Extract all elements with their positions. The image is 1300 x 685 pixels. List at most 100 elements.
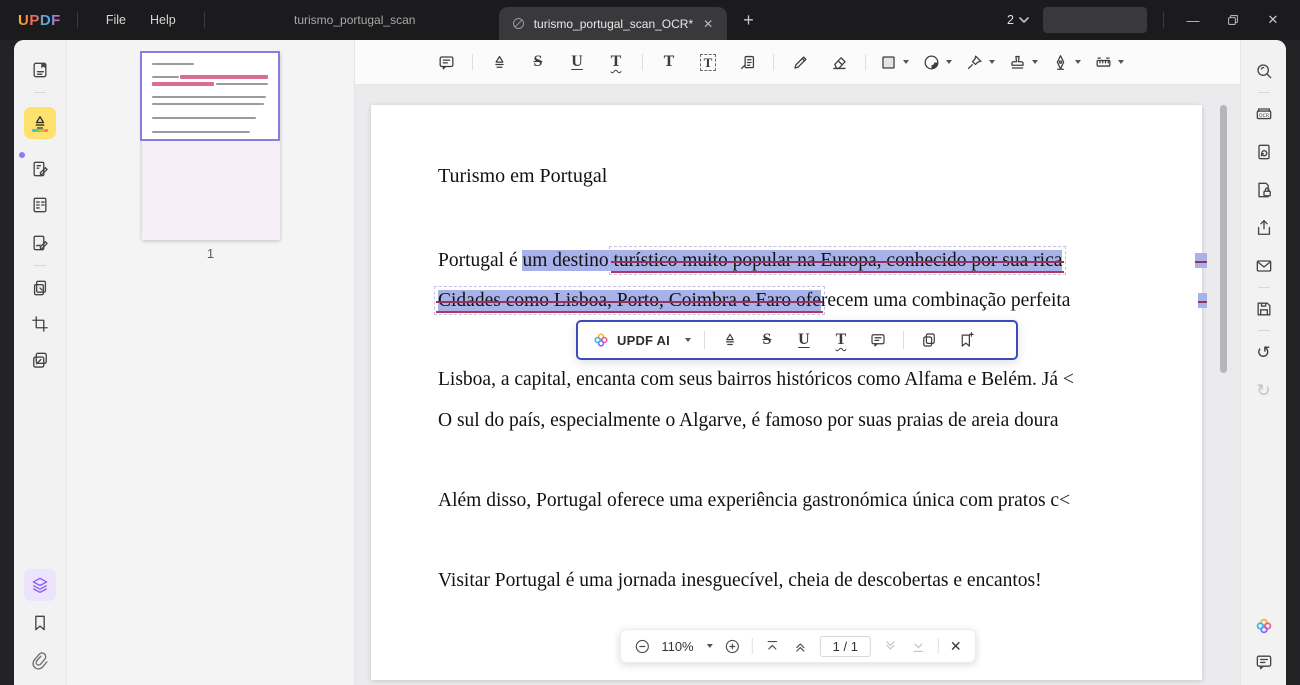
underline-tool-button[interactable]: U xyxy=(564,48,590,76)
page-indicator[interactable]: 1 / 1 xyxy=(819,635,871,657)
float-squiggly-button[interactable]: T xyxy=(829,327,853,353)
float-add-bookmark-button[interactable] xyxy=(954,327,978,353)
previous-page-button[interactable] xyxy=(792,638,809,655)
undo-button[interactable]: ↺ xyxy=(1249,337,1279,367)
thumb-text-line xyxy=(152,103,264,105)
share-button[interactable] xyxy=(1249,213,1279,243)
tab-turismo-portugal-scan-ocr[interactable]: turismo_portugal_scan_OCR* ✕ xyxy=(498,7,728,40)
menu-file[interactable]: File xyxy=(94,7,138,33)
protect-button[interactable] xyxy=(1249,175,1279,205)
chevron-down-icon[interactable] xyxy=(706,644,713,648)
sidebar-item-edit[interactable] xyxy=(24,153,56,185)
feedback-button[interactable] xyxy=(1249,647,1279,677)
sidebar-item-sign[interactable] xyxy=(24,227,56,259)
last-page-button[interactable] xyxy=(910,638,927,655)
measure-tool-button[interactable] xyxy=(1094,53,1124,72)
close-zoombar-button[interactable]: ✕ xyxy=(950,638,962,655)
squiggly-tool-button[interactable]: T xyxy=(603,48,629,76)
thumb-highlight-line xyxy=(152,82,214,86)
sidebar-item-attachments[interactable] xyxy=(24,645,56,677)
text-selection-highlight[interactable]: um destino xyxy=(522,250,614,271)
paragraph4-line1: Visitar Portugal é uma jornada inesguecí… xyxy=(438,570,1042,591)
titlebar: UPDF File Help turismo_portugal_scan tur… xyxy=(0,0,1300,40)
search-icon xyxy=(1254,61,1274,81)
annotation-toolbar: S U T T T xyxy=(355,40,1240,85)
float-underline-button[interactable]: U xyxy=(792,327,816,353)
highlight-tool-button[interactable] xyxy=(486,48,512,76)
text-box-button[interactable]: T xyxy=(695,48,721,76)
sidebar-item-comment[interactable] xyxy=(24,107,56,139)
paragraph1-line1: Portugal é um destino turístico muito po… xyxy=(438,246,1067,276)
text-comment-button[interactable]: T xyxy=(656,48,682,76)
page-thumbnail[interactable] xyxy=(140,51,280,240)
comment-icon xyxy=(869,331,887,349)
first-page-icon xyxy=(764,638,781,655)
zoom-out-button[interactable] xyxy=(633,638,650,655)
email-button[interactable] xyxy=(1249,251,1279,281)
sidebar-item-crop[interactable] xyxy=(24,308,56,340)
bookmark-icon xyxy=(30,613,50,633)
first-page-button[interactable] xyxy=(764,638,781,655)
chevron-down-icon xyxy=(903,60,909,64)
ocr-button[interactable]: OCR xyxy=(1249,99,1279,129)
titlebar-blank-button[interactable] xyxy=(1043,7,1147,33)
thumb-text-line xyxy=(152,76,179,78)
tab-turismo-portugal-scan[interactable]: turismo_portugal_scan xyxy=(249,13,461,27)
close-tab-icon[interactable]: ✕ xyxy=(701,17,715,31)
toolbar-separator xyxy=(865,54,866,70)
callout-button[interactable] xyxy=(734,48,760,76)
minimize-button[interactable]: — xyxy=(1180,13,1206,28)
redo-button[interactable]: ↻ xyxy=(1249,375,1279,405)
float-copy-button[interactable] xyxy=(917,327,941,353)
squiggly-underline-icon: T xyxy=(835,331,847,348)
highlighter-icon xyxy=(490,53,509,72)
pin-tool-button[interactable] xyxy=(965,53,995,72)
zoom-separator-2 xyxy=(937,638,939,654)
zoom-in-button[interactable] xyxy=(724,638,741,655)
eraser-tool-button[interactable] xyxy=(826,48,852,76)
sidebar-item-thumbnails[interactable] xyxy=(24,569,56,601)
chevron-down-icon xyxy=(1118,60,1124,64)
new-tab-button[interactable]: + xyxy=(743,10,754,31)
document-canvas[interactable]: Turismo em Portugal Portugal é um destin… xyxy=(355,85,1240,685)
maximize-button[interactable] xyxy=(1220,13,1246,27)
close-window-button[interactable]: ✕ xyxy=(1260,12,1286,28)
zoom-separator xyxy=(751,638,753,654)
updf-ai-clover-icon xyxy=(592,331,610,349)
redo-icon: ↻ xyxy=(1256,380,1271,400)
sidebar-item-bookmarks[interactable] xyxy=(24,607,56,639)
sticker-tool-button[interactable] xyxy=(922,53,952,72)
share-icon xyxy=(1254,218,1274,238)
sidebar-item-form[interactable] xyxy=(24,189,56,221)
sidebar-item-organize[interactable] xyxy=(24,344,56,376)
float-strikethrough-button[interactable]: S xyxy=(755,327,779,353)
chevron-down-icon xyxy=(1019,17,1029,23)
strikethrough-tool-button[interactable]: S xyxy=(525,48,551,76)
zoom-level-value[interactable]: 110% xyxy=(661,639,693,654)
stamp-tool-button[interactable] xyxy=(1008,53,1038,72)
mail-icon xyxy=(1254,256,1274,276)
strikethrough-annotation[interactable]: Cidades como Lisboa, Porto, Coimbra e Fa… xyxy=(434,286,825,315)
thumbnail-panel: 1 xyxy=(67,40,355,685)
shape-tool-button[interactable] xyxy=(879,53,909,72)
menu-help[interactable]: Help xyxy=(138,7,188,33)
comment-tool-button[interactable] xyxy=(433,48,459,76)
pdf-page[interactable]: Turismo em Portugal Portugal é um destin… xyxy=(371,105,1207,680)
strikethrough-annotation[interactable]: turístico muito popular na Europa, conhe… xyxy=(609,246,1067,275)
sidebar-item-reader[interactable] xyxy=(24,54,56,86)
signature-tool-button[interactable] xyxy=(1051,53,1081,72)
pencil-tool-button[interactable] xyxy=(787,48,813,76)
tab-count-dropdown[interactable]: 2 xyxy=(1007,13,1029,27)
updf-ai-sidebar-button[interactable] xyxy=(1249,611,1279,641)
search-button[interactable] xyxy=(1249,56,1279,86)
underline-icon: U xyxy=(571,53,583,70)
thumbnail-viewport-box[interactable] xyxy=(140,51,280,141)
float-comment-button[interactable] xyxy=(866,327,890,353)
float-highlight-button[interactable] xyxy=(718,327,742,353)
convert-button[interactable] xyxy=(1249,137,1279,167)
updf-ai-dropdown[interactable]: UPDF AI xyxy=(592,331,691,349)
next-page-button[interactable] xyxy=(882,638,899,655)
save-button[interactable] xyxy=(1249,294,1279,324)
sidebar-item-recognize[interactable] xyxy=(24,272,56,304)
vertical-scrollbar[interactable] xyxy=(1220,105,1227,373)
